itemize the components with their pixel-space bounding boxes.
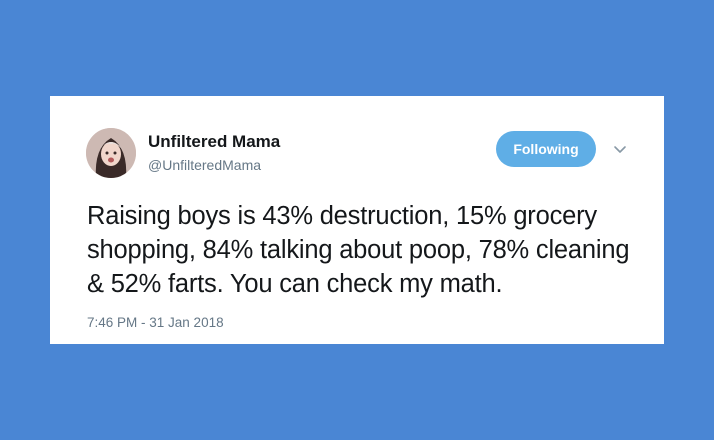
chevron-down-icon[interactable] — [612, 142, 628, 158]
tweet-card: Unfiltered Mama @UnfilteredMama Followin… — [50, 96, 664, 344]
avatar[interactable] — [86, 128, 136, 178]
tweet-text: Raising boys is 43% destruction, 15% gro… — [87, 202, 630, 298]
tweet-timestamp[interactable]: 7:46 PM - 31 Jan 2018 — [87, 315, 224, 330]
avatar-image — [86, 128, 136, 178]
author-handle[interactable]: @UnfilteredMama — [148, 157, 261, 173]
following-button[interactable]: Following — [496, 131, 596, 167]
author-name[interactable]: Unfiltered Mama — [148, 132, 280, 152]
